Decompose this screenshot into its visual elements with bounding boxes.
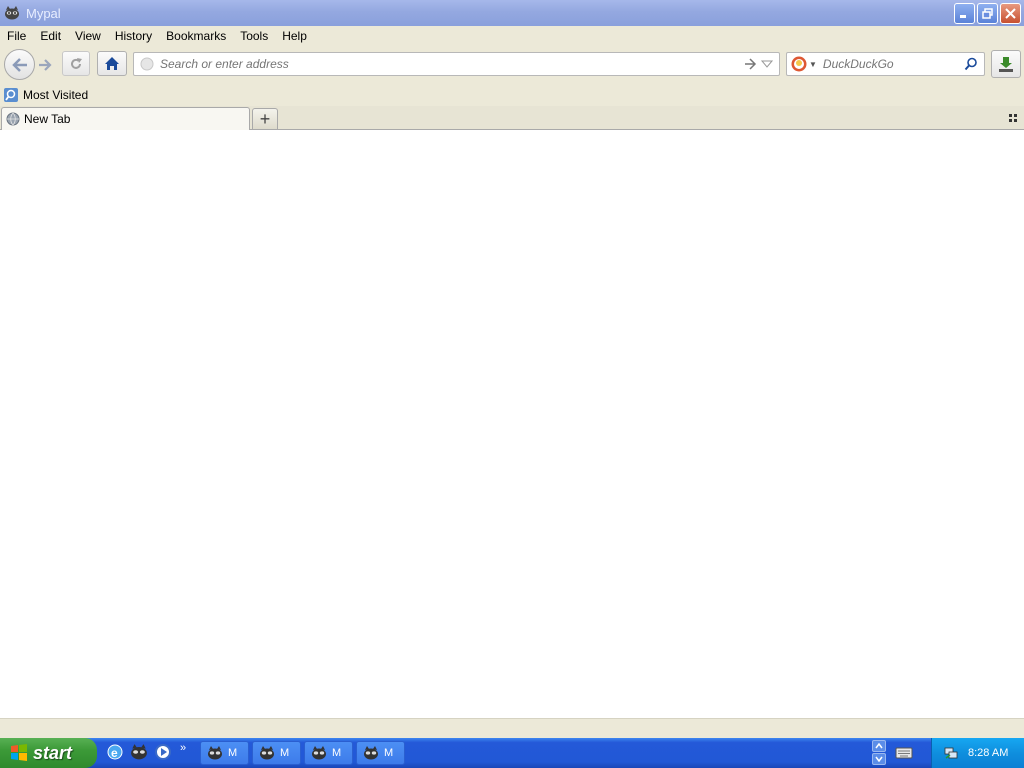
internet-explorer-icon[interactable]: e (106, 743, 124, 761)
tab-list-icon[interactable] (1008, 112, 1020, 124)
windows-logo-icon (11, 744, 27, 761)
menu-edit[interactable]: Edit (33, 29, 68, 43)
task-button[interactable]: M (356, 741, 405, 765)
home-icon (105, 57, 119, 70)
raccoon-icon (4, 5, 20, 21)
task-button-label: M (332, 747, 342, 759)
network-icon[interactable] (943, 745, 959, 761)
scroll-down-button[interactable] (872, 753, 886, 765)
go-arrow-icon[interactable] (743, 57, 757, 74)
bookmark-most-visited[interactable]: Most Visited (3, 87, 88, 103)
mypal-icon (208, 746, 222, 760)
close-icon (1005, 8, 1016, 19)
quick-launch: e » (106, 742, 186, 761)
start-label: start (33, 742, 73, 763)
tab-new-tab[interactable]: New Tab (1, 107, 250, 130)
restore-icon (982, 8, 993, 19)
task-button[interactable]: M (304, 741, 353, 765)
menu-history[interactable]: History (108, 29, 159, 43)
bookmark-label: Most Visited (23, 87, 89, 102)
search-bar[interactable]: ▼ (786, 52, 985, 76)
chevron-down-icon (875, 756, 883, 762)
bookmark-folder-icon (4, 87, 18, 102)
history-dropdown-icon[interactable] (760, 57, 774, 74)
task-button[interactable]: M (200, 741, 249, 765)
mypal-icon (364, 746, 378, 760)
close-button[interactable] (1000, 3, 1021, 24)
task-button-label: M (280, 747, 290, 759)
search-input[interactable] (822, 57, 961, 71)
mypal-icon[interactable] (130, 743, 148, 761)
mypal-icon (260, 746, 274, 760)
task-button-label: M (228, 747, 238, 759)
menu-file[interactable]: File (0, 29, 33, 43)
minimize-icon (960, 15, 966, 18)
task-button[interactable]: M (252, 741, 301, 765)
home-button[interactable] (97, 51, 127, 76)
windows-taskbar: start e » M M M M 8:28 AM (0, 738, 1024, 768)
tab-label: New Tab (24, 112, 71, 126)
media-player-icon[interactable] (154, 743, 172, 761)
new-tab-button[interactable]: + (252, 108, 278, 129)
navigation-toolbar: ▼ (0, 46, 1024, 83)
keyboard-icon[interactable] (895, 746, 913, 760)
clock[interactable]: 8:28 AM (968, 747, 1008, 759)
start-button[interactable]: start (0, 738, 97, 768)
download-icon (999, 57, 1013, 72)
duckduckgo-icon[interactable] (791, 56, 807, 72)
back-button[interactable] (4, 49, 35, 80)
task-button-label: M (384, 747, 394, 759)
taskbar-scroll (872, 740, 886, 766)
task-buttons: M M M M (200, 741, 405, 765)
minimize-button[interactable] (954, 3, 975, 24)
plus-icon: + (259, 109, 271, 129)
globe-icon (6, 112, 20, 126)
back-arrow-icon (11, 57, 27, 72)
chevron-up-icon (875, 743, 883, 749)
svg-text:e: e (111, 746, 118, 760)
reload-icon (71, 57, 82, 69)
forward-button[interactable] (34, 54, 56, 76)
menu-bar: File Edit View History Bookmarks Tools H… (0, 26, 1024, 46)
system-tray: 8:28 AM (931, 738, 1024, 768)
scroll-up-button[interactable] (872, 740, 886, 752)
window-title: Mypal (26, 5, 61, 21)
address-input[interactable] (160, 57, 730, 71)
page-content[interactable] (0, 130, 1024, 718)
downloads-button[interactable] (991, 50, 1021, 78)
reload-button[interactable] (62, 51, 90, 76)
engine-dropdown-icon[interactable]: ▼ (809, 60, 817, 69)
mypal-icon (312, 746, 326, 760)
menu-help[interactable]: Help (275, 29, 314, 43)
title-bar[interactable]: Mypal (0, 0, 1024, 26)
menu-tools[interactable]: Tools (233, 29, 275, 43)
tab-bar: New Tab + (0, 106, 1024, 130)
page-identity-icon (140, 57, 154, 71)
status-bar (0, 718, 1024, 738)
menu-view[interactable]: View (68, 29, 108, 43)
bookmarks-toolbar: Most Visited (0, 83, 1024, 106)
search-icon[interactable] (964, 57, 978, 74)
forward-arrow-icon (39, 59, 52, 71)
quick-launch-chevron[interactable]: » (180, 742, 186, 754)
menu-bookmarks[interactable]: Bookmarks (159, 29, 233, 43)
address-bar[interactable] (133, 52, 780, 76)
restore-button[interactable] (977, 3, 998, 24)
